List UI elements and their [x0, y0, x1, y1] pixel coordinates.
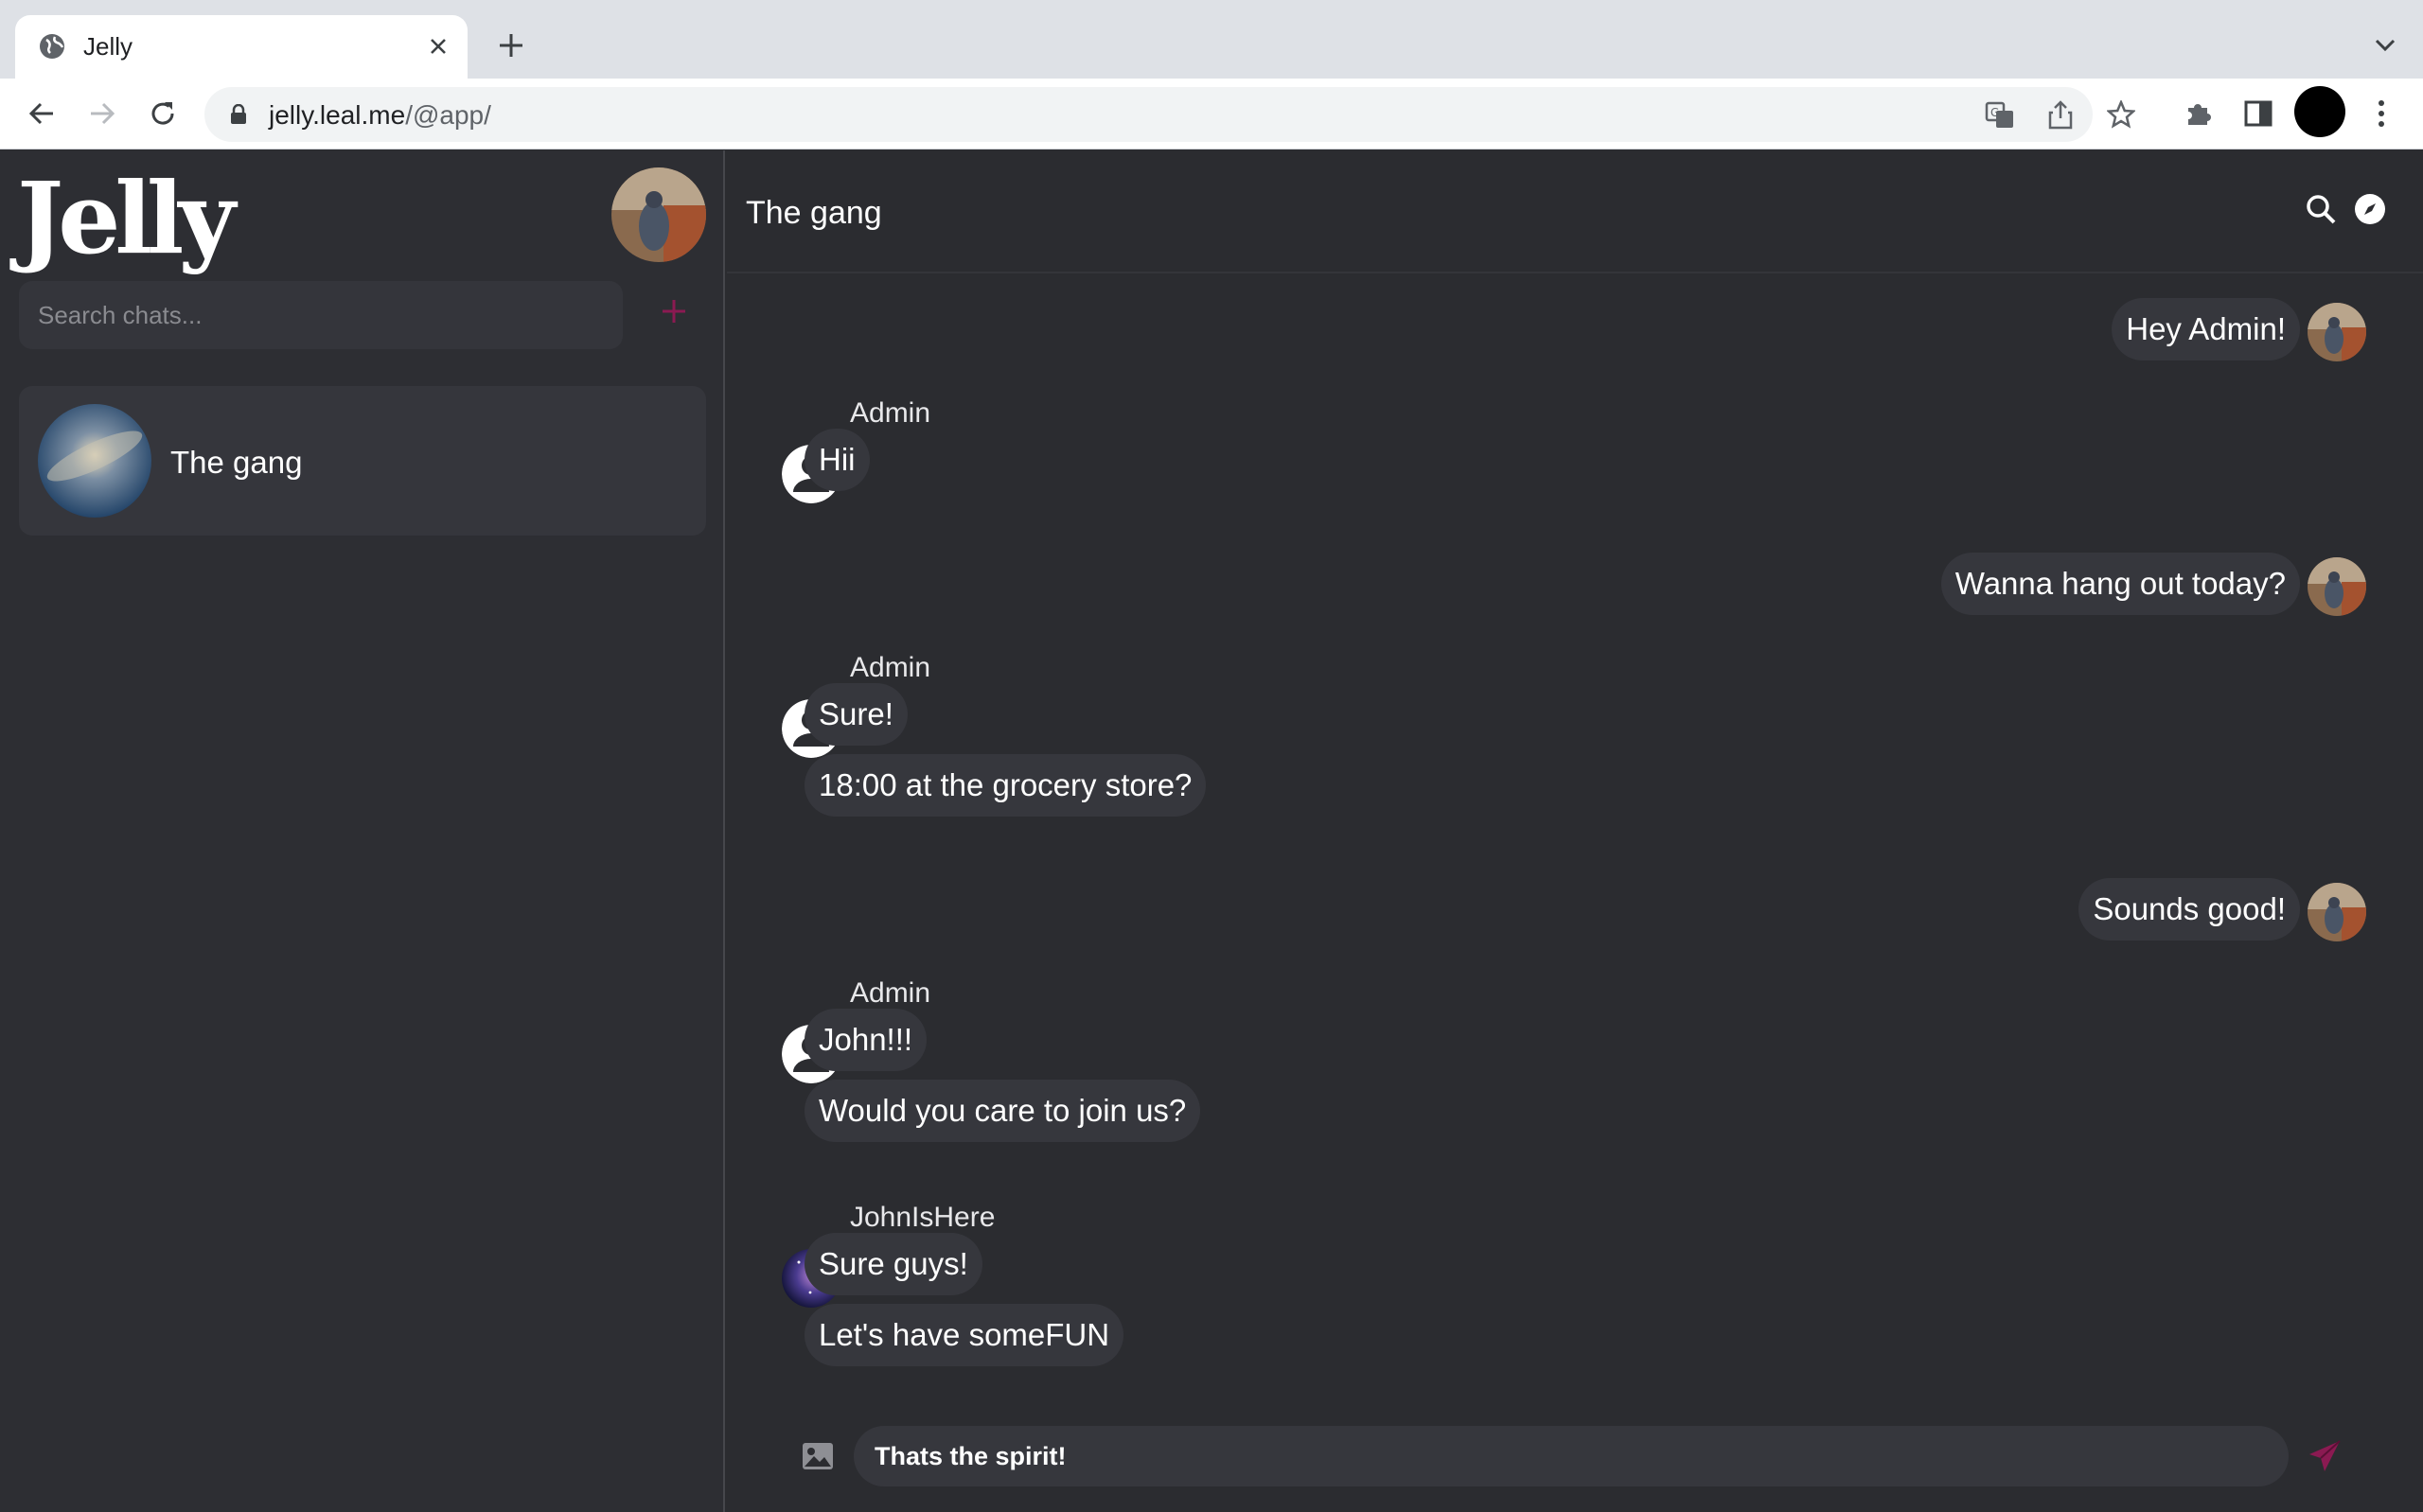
- message-list: Hey Admin! Admin Hii Wanna hang out toda…: [727, 273, 2423, 1390]
- sender-name: Admin: [850, 397, 931, 429]
- outgoing-message: Hey Admin!: [2112, 298, 2300, 360]
- new-tab-button[interactable]: [492, 26, 530, 64]
- chat-title: The gang: [746, 195, 882, 231]
- search-chats-input[interactable]: [19, 281, 623, 349]
- incoming-message: Sure!: [805, 683, 908, 746]
- message-composer: [727, 1401, 2423, 1512]
- incoming-message: Sure guys!: [805, 1233, 982, 1295]
- browser-tab[interactable]: Jelly: [15, 15, 468, 79]
- incoming-message: 18:00 at the grocery store?: [805, 754, 1207, 817]
- svg-text:G: G: [1990, 106, 1999, 119]
- side-panel-icon[interactable]: [2239, 95, 2277, 132]
- back-arrow-icon[interactable]: [23, 95, 61, 132]
- star-icon[interactable]: [2105, 98, 2137, 131]
- chevron-down-icon[interactable]: [2368, 28, 2402, 62]
- sender-avatar: [2308, 883, 2366, 941]
- send-icon[interactable]: [2306, 1437, 2343, 1475]
- sender-avatar: [2308, 303, 2366, 361]
- share-icon[interactable]: [2044, 98, 2077, 131]
- sender-avatar: [2308, 557, 2366, 616]
- kebab-menu-icon[interactable]: [2362, 95, 2400, 132]
- extensions-puzzle-icon[interactable]: [2179, 95, 2217, 132]
- outgoing-message: Wanna hang out today?: [1940, 553, 2300, 615]
- compass-icon[interactable]: [2351, 190, 2389, 228]
- chat-header: The gang: [727, 150, 2423, 273]
- tab-title: Jelly: [83, 32, 133, 61]
- search-icon[interactable]: [2302, 190, 2340, 228]
- chat-name: The gang: [170, 445, 303, 480]
- sender-name: Admin: [850, 977, 931, 1009]
- sidebar: Jelly The gang: [0, 150, 725, 1512]
- sender-name: Admin: [850, 652, 931, 683]
- message-input[interactable]: [854, 1426, 2289, 1486]
- forward-arrow-icon[interactable]: [83, 95, 121, 132]
- image-icon[interactable]: [799, 1439, 837, 1473]
- address-bar[interactable]: jelly.leal.me/@app/ G: [204, 87, 2135, 142]
- close-icon[interactable]: [422, 30, 454, 62]
- incoming-message: Hii: [805, 429, 870, 491]
- profile-avatar[interactable]: [2294, 86, 2345, 137]
- lock-icon: [229, 103, 248, 125]
- incoming-message: Let's have someFUN: [805, 1304, 1124, 1366]
- add-chat-button[interactable]: [655, 292, 693, 330]
- outgoing-message: Sounds good!: [2078, 878, 2300, 941]
- app-logo: Jelly: [17, 160, 236, 276]
- jelly-app: Jelly The gang The gang Hey Admin!: [0, 150, 2423, 1512]
- incoming-message: Would you care to join us?: [805, 1080, 1201, 1142]
- chat-panel: The gang Hey Admin! Admin Hii Wanna hang…: [727, 150, 2423, 1512]
- chat-list-item[interactable]: The gang: [19, 386, 706, 536]
- browser-toolbar: jelly.leal.me/@app/ G: [0, 79, 2423, 149]
- reload-icon[interactable]: [144, 95, 182, 132]
- translate-icon[interactable]: G: [1984, 98, 2016, 131]
- user-avatar[interactable]: [611, 167, 706, 262]
- globe-icon: [38, 32, 66, 61]
- chat-avatar: [38, 404, 151, 518]
- sender-name: JohnIsHere: [850, 1202, 996, 1233]
- incoming-message: John!!!: [805, 1009, 928, 1071]
- browser-tabstrip: Jelly: [0, 0, 2423, 79]
- url-text: jelly.leal.me/@app/: [269, 100, 491, 130]
- plus-icon: [663, 300, 685, 323]
